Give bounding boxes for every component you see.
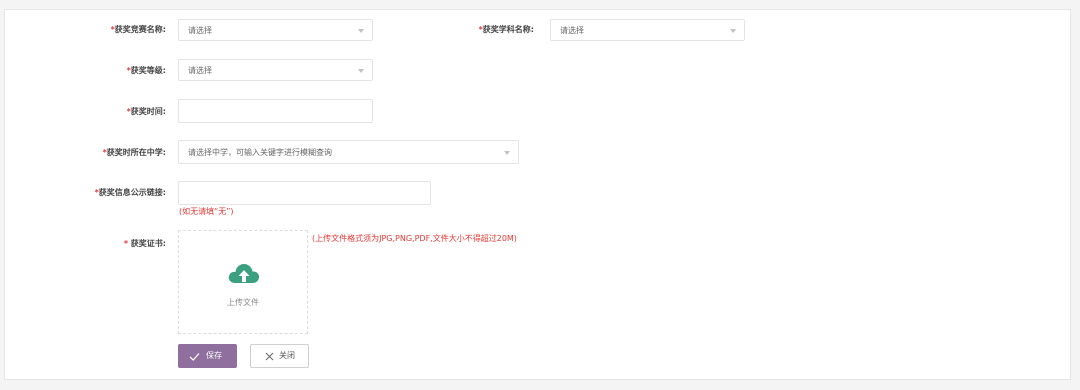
certificate-label: * 获奖证书: [123,239,166,248]
level-select-placeholder: 请选择 [188,66,212,75]
subject-label: *获奖学科名称: [478,25,534,34]
competition-select[interactable]: 请选择 [178,19,373,41]
chevron-down-icon [358,69,364,73]
link-label: *获奖信息公示链接: [94,188,166,197]
time-label: *获奖时间: [126,107,166,116]
subject-select-placeholder: 请选择 [560,26,584,35]
save-button[interactable]: 保存 [178,344,237,368]
chevron-down-icon [504,151,510,155]
competition-select-placeholder: 请选择 [188,26,212,35]
chevron-down-icon [730,29,736,33]
close-button-label: 关闭 [279,351,295,360]
check-icon [189,353,200,361]
form-panel: *获奖竞赛名称: 请选择 *获奖学科名称: 请选择 *获奖等级: 请选择 *获奖… [4,9,1071,380]
school-label: *获奖时所在中学: [102,148,166,157]
subject-select[interactable]: 请选择 [550,19,745,41]
time-input[interactable] [178,99,373,123]
chevron-down-icon [358,29,364,33]
cloud-upload-icon [228,264,260,283]
level-select[interactable]: 请选择 [178,59,373,81]
close-icon [265,352,274,361]
certificate-hint: (上传文件格式须为JPG,PNG,PDF,文件大小不得超过20M) [312,234,517,243]
close-button[interactable]: 关闭 [250,344,309,368]
upload-label: 上传文件 [227,298,259,307]
save-button-label: 保存 [206,351,222,360]
school-select[interactable]: 请选择中学，可输入关键字进行模糊查询 [178,140,519,164]
link-input[interactable] [178,181,431,205]
certificate-upload-area[interactable]: 上传文件 [178,230,308,334]
competition-label: *获奖竞赛名称: [110,25,166,34]
link-hint: (如无请填“无”) [179,207,234,216]
school-select-placeholder: 请选择中学，可输入关键字进行模糊查询 [188,148,332,157]
level-label: *获奖等级: [126,66,166,75]
